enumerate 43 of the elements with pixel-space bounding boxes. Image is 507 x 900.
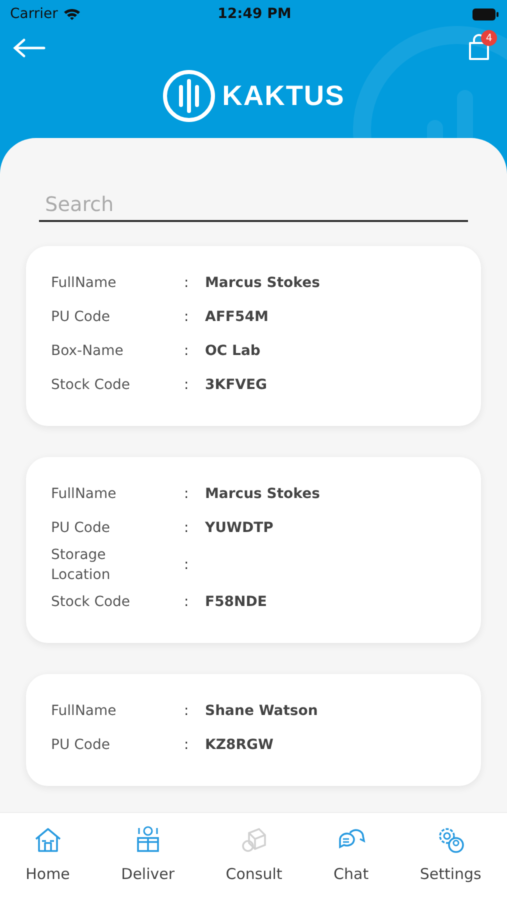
field-label: PU Code: [51, 308, 111, 327]
logo-text: KAKTUS: [222, 80, 345, 112]
colon-separator: :: [184, 486, 190, 502]
field-value: Marcus Stokes: [205, 486, 320, 502]
battery-icon: [472, 8, 499, 20]
cart-count-badge: 4: [481, 30, 497, 46]
tab-bar-item[interactable]: Settings: [416, 820, 486, 886]
field-label: PU Code: [51, 736, 111, 755]
shopping-bag-icon[interactable]: [467, 34, 491, 62]
logo-icon: [162, 69, 216, 123]
field-value: KZ8RGW: [205, 737, 274, 753]
colon-separator: :: [184, 557, 190, 573]
colon-separator: :: [184, 309, 190, 325]
field-value: OC Lab: [205, 343, 260, 359]
colon-separator: :: [184, 703, 190, 719]
field-label: FullName: [51, 274, 118, 293]
wifi-icon: [62, 7, 81, 21]
field-label: Storage Location: [51, 546, 112, 585]
field-value: 3KFVEG: [205, 377, 268, 393]
tab-bar-item[interactable]: Home: [22, 820, 74, 886]
field-label: Stock Code: [51, 593, 132, 612]
field-value: AFF54M: [205, 309, 268, 325]
colon-separator: :: [184, 343, 190, 359]
tab-bar-item[interactable]: Deliver: [117, 820, 179, 886]
colon-separator: :: [184, 520, 190, 536]
colon-separator: :: [184, 377, 190, 393]
field-label: FullName: [51, 485, 118, 504]
field-value: YUWDTP: [205, 520, 274, 536]
colon-separator: :: [184, 737, 190, 753]
field-label: Stock Code: [51, 376, 132, 395]
field-value: Marcus Stokes: [205, 275, 320, 291]
field-value: Shane Watson: [205, 703, 318, 719]
field-label: Box-Name: [51, 342, 124, 361]
colon-separator: :: [184, 275, 190, 291]
status-time: 12:49 PM: [218, 6, 292, 22]
search-field[interactable]: Search: [39, 188, 468, 222]
colon-separator: :: [184, 594, 190, 610]
field-label: FullName: [51, 702, 118, 721]
tab-bar-item[interactable]: Chat: [330, 820, 373, 886]
field-value: F58NDE: [205, 594, 267, 610]
back-arrow-icon[interactable]: [12, 38, 46, 58]
field-label: PU Code: [51, 519, 111, 538]
carrier-label: Carrier: [10, 6, 58, 22]
